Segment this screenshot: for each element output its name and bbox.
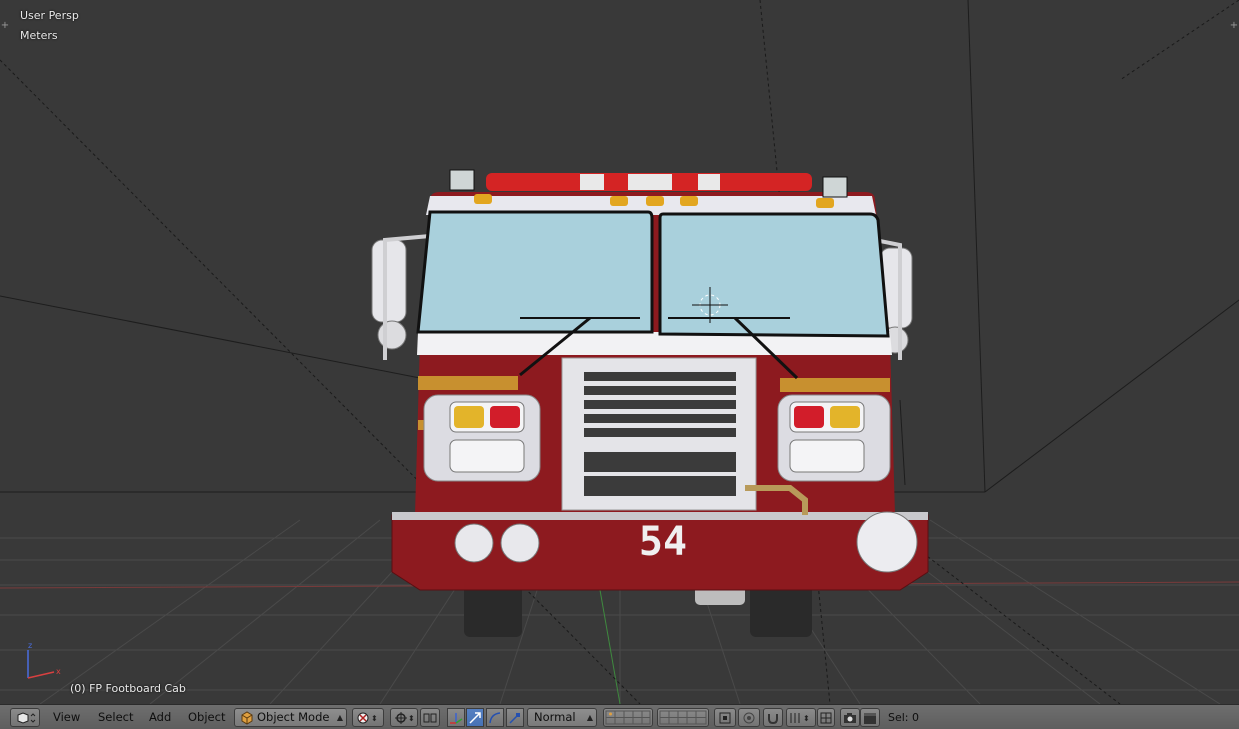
- scene-layers-group-2[interactable]: [657, 708, 709, 727]
- y-axis-line: [599, 589, 621, 704]
- render-still-button[interactable]: [840, 708, 860, 727]
- layer-lock-button[interactable]: [714, 708, 736, 727]
- rotate-manipulator-button[interactable]: [486, 708, 504, 727]
- magnet-icon: [768, 713, 778, 724]
- render-animation-button[interactable]: [860, 708, 880, 727]
- viewport-header: View Select Add Object Object Mode ▲▼ ⬍ …: [0, 704, 1239, 729]
- pivot-point-dropdown[interactable]: ⬍: [390, 708, 418, 727]
- snap-target-icon: [820, 712, 832, 723]
- svg-text:⬍: ⬍: [803, 714, 810, 723]
- region-expand-icon-right[interactable]: +: [1229, 21, 1239, 31]
- 3d-viewport[interactable]: z x 54 User Persp Meters (0) FP Footboar…: [0, 0, 1239, 704]
- menu-add[interactable]: Add: [149, 710, 171, 724]
- snap-target-button[interactable]: [817, 708, 835, 727]
- proportional-edit-icon: [743, 712, 755, 723]
- clapperboard-icon: [864, 712, 876, 724]
- proportional-edit-button[interactable]: [738, 708, 760, 727]
- scene-layers-group-1[interactable]: [603, 708, 653, 727]
- view-perspective-label: User Persp: [20, 9, 79, 22]
- shading-dropdown[interactable]: ⬍: [352, 708, 384, 727]
- scene-render: z x 54: [0, 0, 1239, 704]
- svg-text:z: z: [28, 641, 32, 650]
- manipulator-icon: [450, 712, 463, 724]
- scale-manipulator-button[interactable]: [506, 708, 524, 727]
- fire-truck-model: [371, 169, 929, 637]
- mode-dropdown[interactable]: Object Mode ▲▼: [234, 708, 347, 727]
- 3d-view-icon: [17, 711, 36, 724]
- active-object-label: (0) FP Footboard Cab: [70, 682, 186, 695]
- pivot-icon: ⬍: [395, 711, 415, 724]
- scale-icon: [509, 712, 520, 724]
- svg-text:x: x: [56, 667, 61, 676]
- pivot-align-button[interactable]: [420, 708, 440, 727]
- selection-count: Sel: 0: [888, 711, 920, 724]
- mode-label: Object Mode: [257, 710, 330, 724]
- translate-manipulator-button[interactable]: [466, 708, 484, 727]
- translate-arrow-icon: [469, 711, 481, 724]
- dropdown-arrows-icon: ▲▼: [586, 713, 593, 722]
- shading-icon: ⬍: [357, 712, 378, 723]
- snap-increment-icon: ⬍: [790, 712, 810, 723]
- snap-toggle-button[interactable]: [763, 708, 783, 727]
- layers-grid-icon: [605, 710, 651, 725]
- dropdown-arrows-icon: ▲▼: [336, 713, 343, 722]
- svg-text:⬍: ⬍: [371, 714, 378, 723]
- rotate-arc-icon: [489, 711, 501, 723]
- menu-view[interactable]: View: [53, 710, 80, 724]
- layers-grid-icon: [659, 710, 707, 725]
- region-expand-icon-left[interactable]: +: [0, 21, 10, 31]
- layer-lock-icon: [719, 712, 731, 723]
- units-label: Meters: [20, 29, 58, 42]
- axis-gizmo-icon: z x: [27, 641, 61, 679]
- snap-element-dropdown[interactable]: ⬍: [786, 708, 816, 727]
- truck-number: 54: [639, 519, 687, 565]
- align-icon: [423, 713, 437, 722]
- menu-object[interactable]: Object: [188, 710, 225, 724]
- orientation-label: Normal: [534, 710, 576, 724]
- orientation-dropdown[interactable]: Normal ▲▼: [527, 708, 597, 727]
- manipulator-toggle[interactable]: [447, 708, 465, 727]
- editor-type-button[interactable]: [10, 708, 40, 727]
- camera-icon: [844, 712, 856, 723]
- cube-icon: [241, 711, 253, 725]
- menu-select[interactable]: Select: [98, 710, 133, 724]
- svg-text:⬍: ⬍: [408, 714, 415, 723]
